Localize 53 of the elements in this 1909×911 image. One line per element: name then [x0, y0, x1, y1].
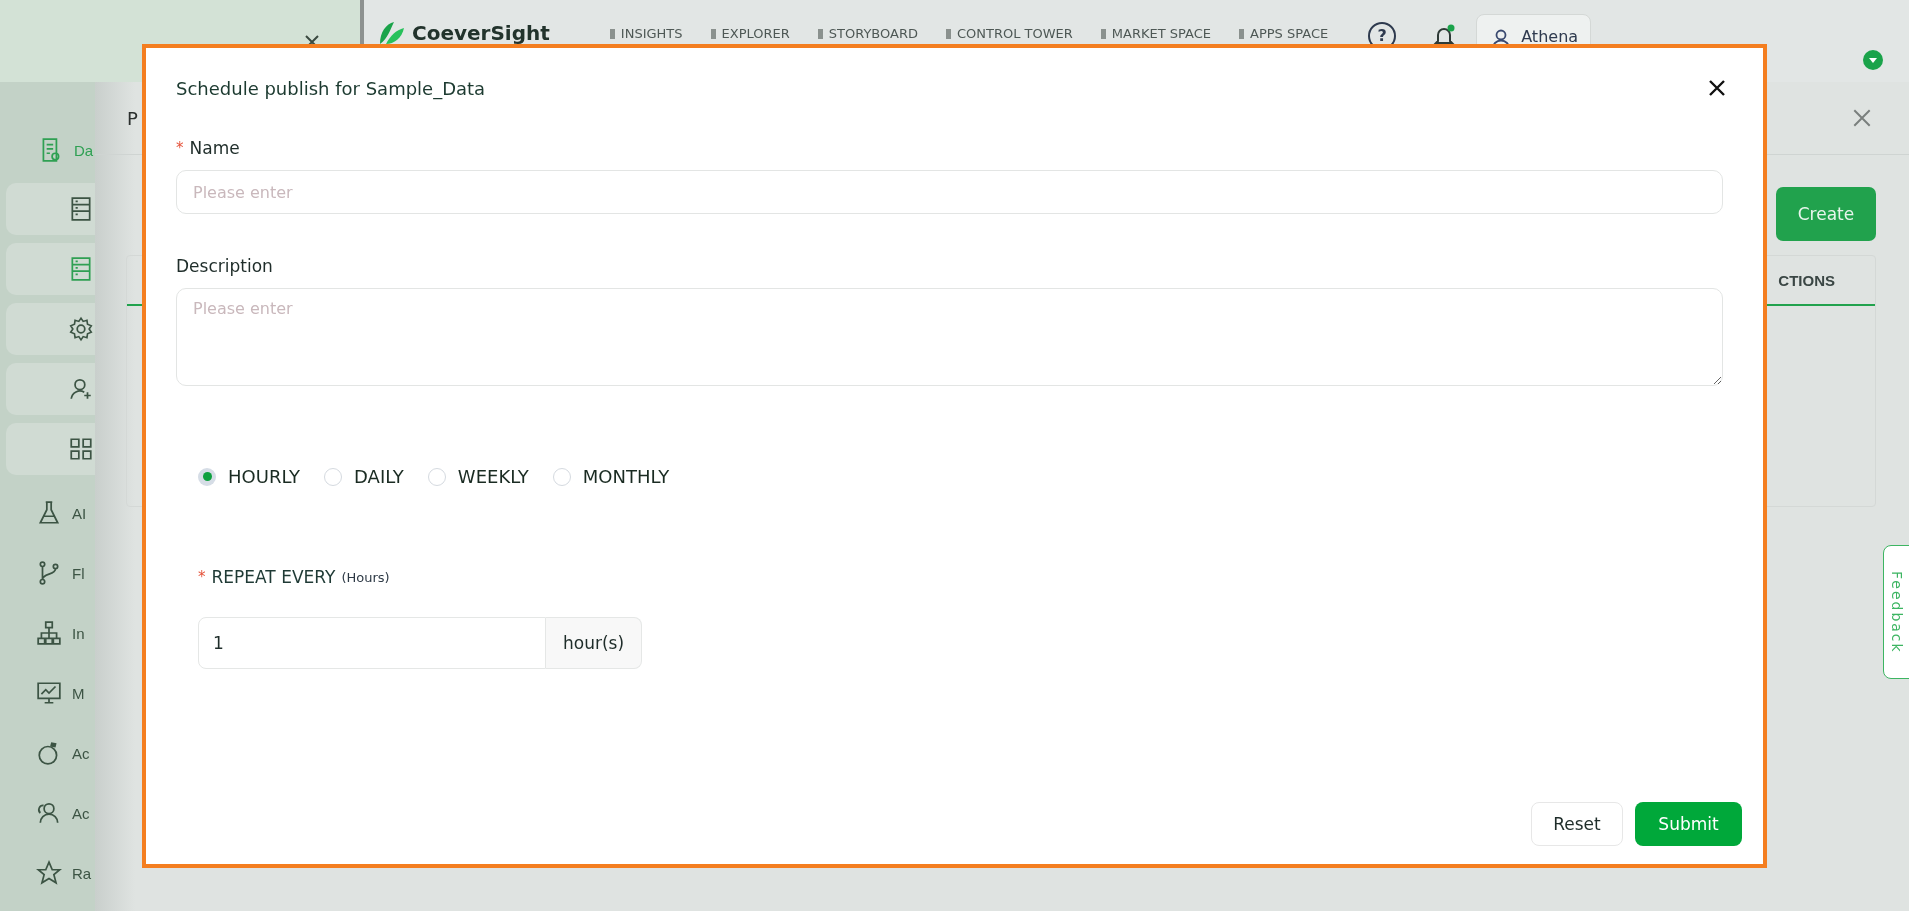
flask-icon[interactable]	[36, 500, 62, 526]
grid-icon	[68, 436, 94, 462]
sidebar-item[interactable]: Ac	[72, 744, 90, 762]
repeat-input[interactable]: 1	[198, 617, 546, 669]
radio-label: WEEKLY	[457, 466, 529, 487]
add-user-icon	[68, 376, 94, 402]
close-icon[interactable]	[1707, 78, 1727, 98]
radio-icon[interactable]	[324, 467, 343, 486]
required-mark: *	[198, 568, 206, 586]
radio-label: HOURLY	[228, 466, 301, 487]
logo-text: CoeverSight	[412, 21, 550, 45]
radio-icon[interactable]	[427, 467, 446, 486]
reset-button[interactable]: Reset	[1531, 802, 1623, 846]
hierarchy-icon[interactable]	[36, 620, 62, 646]
name-input[interactable]: Please enter	[176, 170, 1723, 214]
radio-option[interactable]: MONTHLY	[552, 466, 670, 487]
radio-icon[interactable]	[552, 467, 571, 486]
nav-link[interactable]: EXPLORER	[710, 26, 790, 41]
dropdown-icon[interactable]	[1863, 50, 1883, 70]
nav-link[interactable]: APPS SPACE	[1239, 26, 1329, 41]
radio-icon[interactable]	[198, 467, 216, 486]
radio-label: DAILY	[354, 466, 404, 487]
server-icon	[68, 256, 94, 282]
star-icon[interactable]	[36, 860, 62, 886]
description-input[interactable]: Please enter	[176, 288, 1723, 386]
modal-title: Schedule publish for Sample_Data	[176, 77, 486, 99]
branch-icon[interactable]	[36, 560, 62, 586]
drawer-title: P	[127, 107, 138, 129]
radio-option[interactable]: DAILY	[324, 466, 404, 487]
field-label: Name	[189, 138, 240, 158]
submit-button[interactable]: Submit	[1635, 802, 1742, 846]
radio-option[interactable]: WEEKLY	[427, 466, 529, 487]
nav-link[interactable]: MARKET SPACE	[1100, 26, 1212, 41]
sidebar-item[interactable]: Fl	[72, 564, 85, 582]
presentation-icon[interactable]	[36, 680, 62, 706]
radio-option[interactable]: HOURLY	[198, 466, 301, 487]
sidebar-item[interactable]: AI	[72, 504, 87, 522]
sidebar-item[interactable]: M	[72, 684, 85, 702]
nav-link[interactable]: STORYBOARD	[817, 26, 918, 41]
settings-icon	[68, 316, 94, 342]
nav-link[interactable]: INSIGHTS	[609, 26, 683, 41]
sidebar-item[interactable]: In	[72, 624, 85, 642]
server-icon	[68, 196, 94, 222]
column-header: CTIONS	[1778, 271, 1835, 289]
required-mark: *	[176, 139, 184, 157]
nav-link[interactable]: CONTROL TOWER	[945, 26, 1073, 41]
unit-hint: (Hours)	[341, 569, 390, 585]
unit-addon: hour(s)	[546, 617, 642, 669]
sidebar-item[interactable]: Ac	[72, 804, 90, 822]
radio-label: MONTHLY	[582, 466, 670, 487]
field-label: Description	[176, 256, 273, 276]
field-label: REPEAT EVERY	[211, 567, 336, 587]
sidebar-item[interactable]: Ra	[72, 864, 92, 882]
